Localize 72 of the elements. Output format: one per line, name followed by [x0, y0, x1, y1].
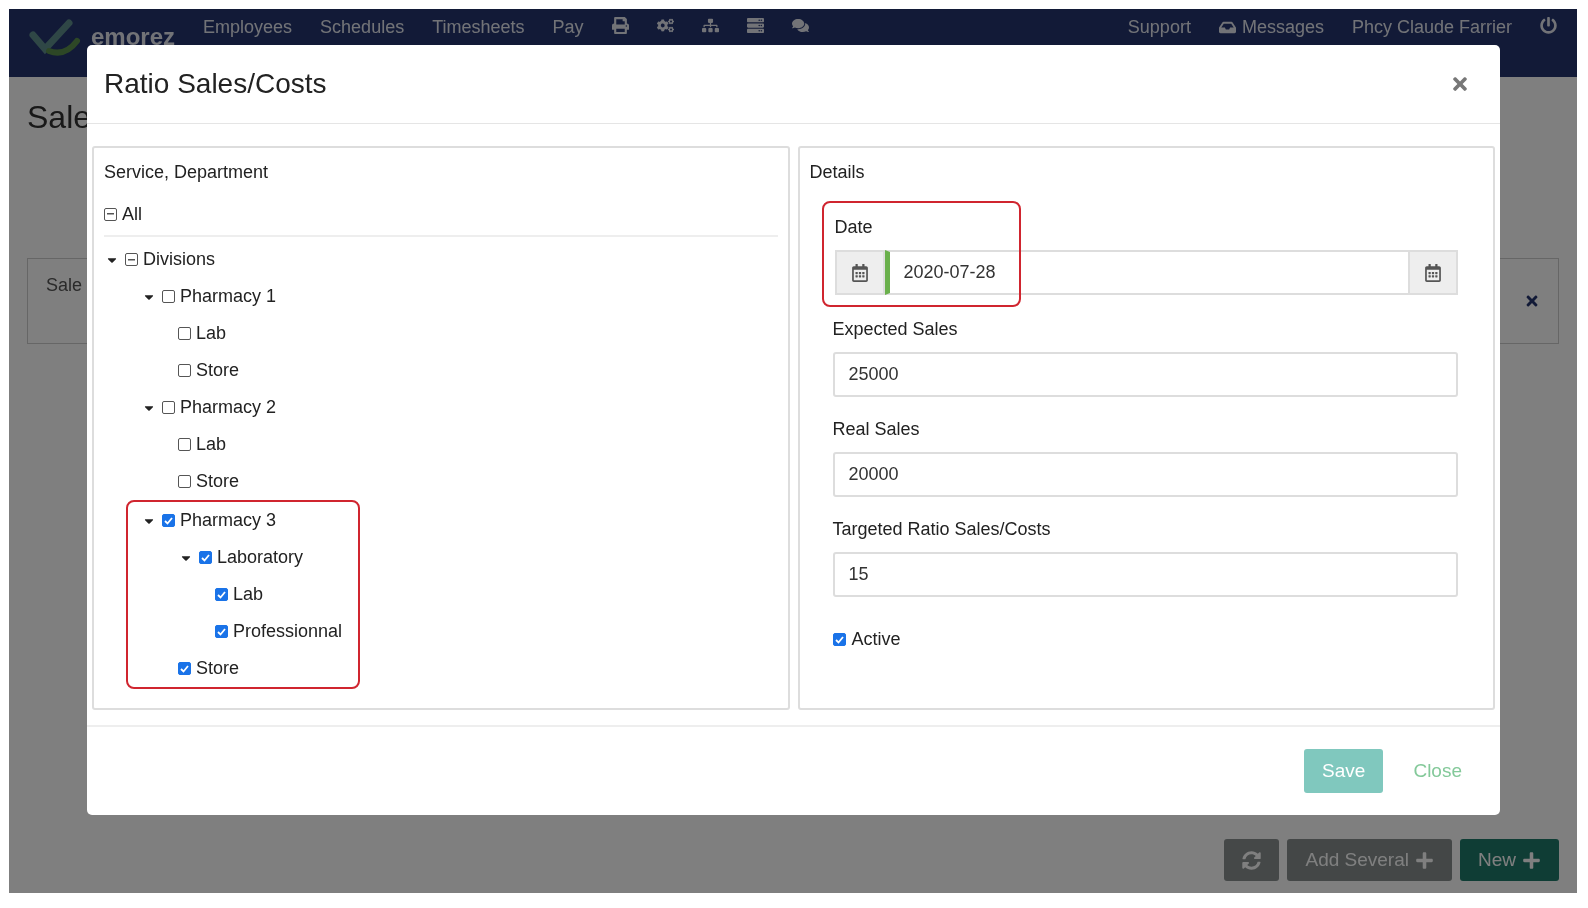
check-icon: [164, 516, 173, 525]
checkbox[interactable]: [162, 401, 175, 414]
checkbox[interactable]: [178, 662, 191, 675]
checkbox[interactable]: [178, 327, 191, 340]
close-icon: [1450, 74, 1470, 94]
checkbox[interactable]: [178, 438, 191, 451]
tree-item-label[interactable]: Lab: [196, 323, 227, 344]
checkbox[interactable]: [178, 475, 191, 488]
checkbox[interactable]: [162, 290, 175, 303]
checkbox[interactable]: [178, 364, 191, 377]
nav-link[interactable]: Pay: [552, 17, 584, 38]
calendar-button[interactable]: [1408, 250, 1458, 295]
checkbox[interactable]: [215, 625, 228, 638]
nav-link[interactable]: Employees: [203, 17, 293, 38]
tree-item-label[interactable]: Laboratory: [217, 547, 304, 568]
check-icon: [834, 635, 844, 644]
tree-item-label[interactable]: Pharmacy 3: [180, 510, 277, 531]
input-field[interactable]: 20000: [832, 452, 1458, 497]
refresh-icon: [1242, 850, 1262, 870]
tree-item-label[interactable]: All: [122, 203, 142, 225]
power-icon[interactable]: [1540, 17, 1557, 34]
plus-icon: [1415, 850, 1434, 870]
calendar-icon: [850, 263, 869, 282]
gears-icon[interactable]: [656, 17, 674, 34]
calendar-button[interactable]: [834, 250, 885, 295]
checkbox[interactable]: [199, 551, 212, 564]
checkbox[interactable]: [215, 588, 228, 601]
inbox-icon[interactable]: [1218, 19, 1236, 36]
check-icon: [201, 553, 210, 562]
check-icon: [217, 590, 226, 599]
field-label: Targeted Ratio Sales/Costs: [832, 519, 1052, 540]
field-label: Expected Sales: [832, 319, 959, 340]
field-label: Date: [834, 217, 874, 238]
field-label: Real Sales: [832, 419, 921, 440]
tree-item-label[interactable]: Divisions: [143, 249, 216, 270]
refresh-button[interactable]: [1224, 839, 1280, 881]
card-label: Sale: [46, 275, 83, 297]
tree-item-label[interactable]: Store: [196, 658, 240, 679]
tree-item-label[interactable]: Store: [196, 360, 240, 381]
calendar-icon: [1424, 263, 1442, 282]
sitemap-icon[interactable]: [701, 17, 719, 34]
printer-icon[interactable]: [611, 17, 629, 34]
checkbox[interactable]: [162, 514, 175, 527]
tree-item-label[interactable]: Store: [196, 471, 240, 492]
logo-text: emorez: [91, 24, 176, 50]
plus-icon: [1522, 850, 1541, 870]
checkbox[interactable]: [832, 633, 846, 646]
input-field[interactable]: 15: [832, 552, 1458, 597]
nav-link[interactable]: Support: [1127, 17, 1191, 38]
check-icon: [217, 627, 226, 636]
checkbox-label[interactable]: Active: [851, 629, 901, 650]
nav-link[interactable]: Schedules: [320, 17, 405, 38]
input-field[interactable]: 25000: [832, 352, 1458, 397]
check-icon: [180, 664, 189, 673]
chat-icon[interactable]: [791, 17, 809, 34]
server-icon[interactable]: [746, 17, 764, 34]
close-icon[interactable]: [1524, 293, 1540, 309]
panel-title: Service, Department: [104, 162, 270, 183]
panel-title: Details: [809, 162, 866, 183]
tree-item-label[interactable]: Pharmacy 2: [180, 397, 277, 418]
page-heading: Sale: [27, 99, 93, 136]
tree-item-label[interactable]: Professionnal: [233, 621, 343, 642]
dialog-title: Ratio Sales/Costs: [104, 68, 327, 100]
user-name[interactable]: Phcy Claude Farrier: [1351, 17, 1512, 38]
checkbox[interactable]: [125, 253, 138, 266]
date-field[interactable]: 2020-07-28: [884, 250, 1408, 295]
checkbox[interactable]: [104, 207, 117, 221]
nav-link[interactable]: Messages: [1241, 17, 1324, 38]
nav-link[interactable]: Timesheets: [432, 17, 525, 38]
tree-item-label[interactable]: Pharmacy 1: [180, 286, 277, 307]
tree-item-label[interactable]: Lab: [196, 434, 227, 455]
tree-item-label[interactable]: Lab: [233, 584, 264, 605]
